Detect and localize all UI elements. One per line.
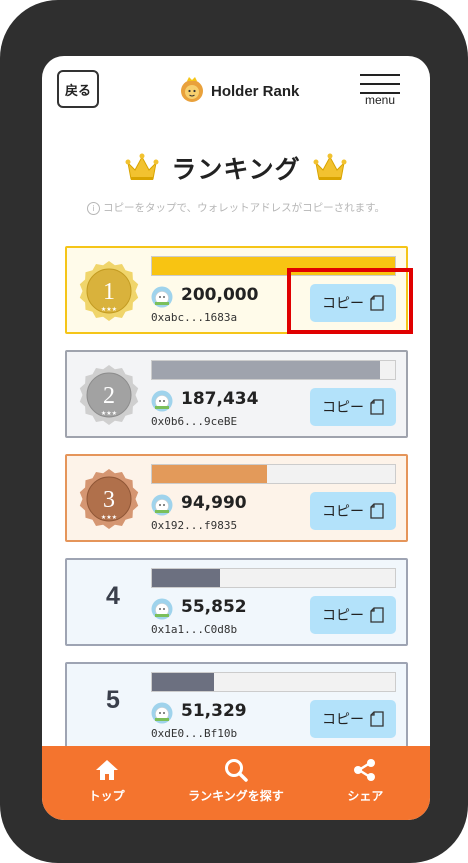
app-logo[interactable]: Holder Rank xyxy=(177,76,299,106)
ranking-card: 2 ★★★ 187,434 0x0b6...9ceBE コピー xyxy=(65,350,408,438)
rank-number: 5 xyxy=(106,686,120,714)
holding-bar xyxy=(151,568,396,588)
medal-stars-icon: ★★★ xyxy=(101,306,117,313)
holding-bar-fill xyxy=(152,465,268,483)
holding-amount: 187,434 xyxy=(181,389,259,409)
wallet-address: 0xdE0...Bf10b xyxy=(151,727,238,740)
medal-stars-icon: ★★★ xyxy=(101,514,117,521)
ranking-card: 5 51,329 0xdE0...Bf10b コピー xyxy=(65,662,408,750)
copy-button[interactable]: コピー xyxy=(310,596,396,634)
copy-icon xyxy=(370,502,384,519)
copy-button-label: コピー xyxy=(322,712,364,728)
logo-text: Holder Rank xyxy=(211,82,300,100)
nav-search-label: ランキングを探す xyxy=(188,789,284,803)
menu-bar-icon xyxy=(360,74,400,76)
page-title: ランキング xyxy=(171,155,301,184)
wallet-address: 0x192...f9835 xyxy=(151,519,238,532)
copy-button[interactable]: コピー xyxy=(310,700,396,738)
back-button[interactable]: 戻る xyxy=(57,70,99,108)
menu-bar-icon xyxy=(360,83,400,85)
medal-rank-number: 1 xyxy=(103,279,115,305)
holding-bar xyxy=(151,464,396,484)
sheep-avatar-icon xyxy=(151,598,173,620)
copy-icon xyxy=(370,398,384,415)
holding-amount: 200,000 xyxy=(181,285,259,305)
copy-button-label: コピー xyxy=(322,608,364,624)
holding-bar-fill xyxy=(152,361,380,379)
medal-rank-number: 2 xyxy=(103,383,115,409)
medal-stars-icon: ★★★ xyxy=(101,410,117,417)
sheep-avatar-icon xyxy=(151,702,173,724)
holding-amount: 55,852 xyxy=(181,597,247,617)
title-row: ランキング xyxy=(42,150,430,186)
wallet-address: 0xabc...1683a xyxy=(151,311,238,324)
copy-button[interactable]: コピー xyxy=(310,388,396,426)
menu-label: menu xyxy=(364,93,396,107)
nav-share-label: シェア xyxy=(347,789,384,803)
nav-home-label: トップ xyxy=(88,789,125,803)
copy-icon xyxy=(370,606,384,623)
copy-hint: i コピーをタップで、ウォレットアドレスがコピーされます。 xyxy=(42,200,430,215)
crown-icon xyxy=(313,153,347,180)
copy-button-label: コピー xyxy=(322,400,364,416)
medal-icon: 3★★★ xyxy=(79,469,139,529)
sheep-avatar-icon xyxy=(151,286,173,308)
copy-button-label: コピー xyxy=(322,504,364,520)
app-screen: 戻る Holder Rank menu ランキング i コピーをタップで、ウォレ… xyxy=(42,56,430,820)
copy-button[interactable]: コピー xyxy=(310,492,396,530)
app-header: 戻る Holder Rank menu xyxy=(42,56,430,126)
bottom-nav: トップ ランキングを探す シェア xyxy=(42,746,430,820)
sheep-avatar-icon xyxy=(151,494,173,516)
ranking-card: 3 ★★★ 94,990 0x192...f9835 コピー xyxy=(65,454,408,542)
holding-bar xyxy=(151,360,396,380)
nav-home[interactable]: トップ xyxy=(42,746,171,820)
medal-icon: 2★★★ xyxy=(79,365,139,425)
wallet-address: 0x0b6...9ceBE xyxy=(151,415,238,428)
medal-icon: 1★★★ xyxy=(79,261,139,321)
home-icon xyxy=(95,760,118,780)
share-icon xyxy=(354,759,376,781)
highlight-box xyxy=(287,268,413,334)
nav-search[interactable]: ランキングを探す xyxy=(171,746,300,820)
medal-rank-number: 3 xyxy=(103,487,115,513)
holding-bar-fill xyxy=(152,673,215,691)
ranking-card: 4 55,852 0x1a1...C0d8b コピー xyxy=(65,558,408,646)
menu-button[interactable]: menu xyxy=(360,74,400,108)
copy-icon xyxy=(370,710,384,727)
wallet-address: 0x1a1...C0d8b xyxy=(151,623,238,636)
lion-mascot-icon xyxy=(181,77,203,102)
holding-bar-fill xyxy=(152,569,220,587)
holding-amount: 51,329 xyxy=(181,701,247,721)
crown-icon xyxy=(125,153,159,180)
phone-frame: 戻る Holder Rank menu ランキング i コピーをタップで、ウォレ… xyxy=(0,0,468,863)
rank-number: 4 xyxy=(106,582,120,610)
search-icon xyxy=(224,759,248,782)
nav-share[interactable]: シェア xyxy=(301,746,430,820)
holding-bar xyxy=(151,672,396,692)
info-icon: i xyxy=(86,201,100,215)
sheep-avatar-icon xyxy=(151,390,173,412)
holding-amount: 94,990 xyxy=(181,493,247,513)
hint-text: コピーをタップで、ウォレットアドレスがコピーされます。 xyxy=(102,202,386,214)
